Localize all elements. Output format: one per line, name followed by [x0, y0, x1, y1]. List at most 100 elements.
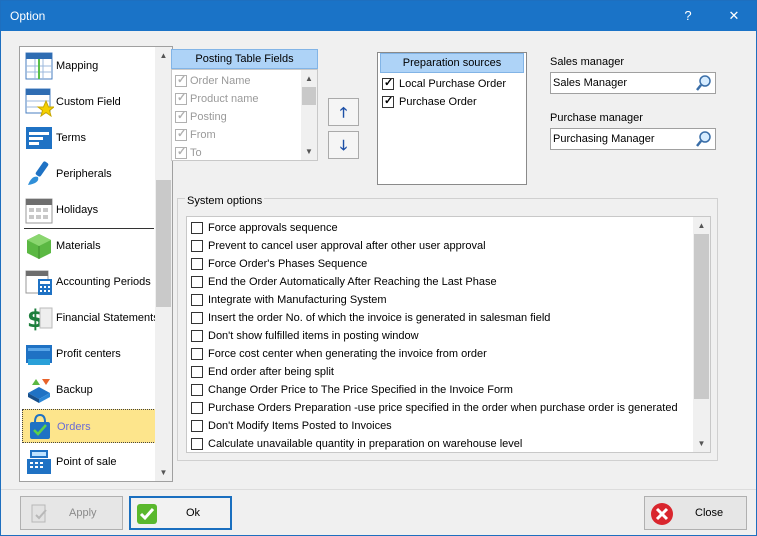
posting-fields-scrollbar[interactable]: ▲ ▼ — [301, 70, 317, 160]
move-down-button[interactable]: 🡓 — [328, 131, 359, 159]
checkbox[interactable] — [382, 94, 394, 108]
scroll-thumb[interactable] — [694, 234, 709, 399]
system-options-list[interactable]: Force approvals sequence Prevent to canc… — [186, 216, 711, 453]
scroll-up-arrow-icon[interactable]: ▲ — [693, 217, 710, 234]
checkbox[interactable] — [175, 91, 187, 105]
sidebar-item-backup[interactable]: Backup — [22, 373, 156, 407]
list-item-label: Purchase Order — [399, 96, 477, 108]
scroll-thumb[interactable] — [156, 180, 171, 307]
list-item[interactable]: Posting — [174, 109, 302, 127]
ok-button[interactable]: Ok — [129, 496, 232, 530]
list-item[interactable]: From — [174, 127, 302, 145]
sidebar-item-label: Materials — [56, 240, 101, 252]
list-item[interactable]: End order after being split — [189, 363, 693, 381]
checkbox[interactable] — [382, 76, 394, 90]
list-item[interactable]: Change Order Price to The Price Specifie… — [189, 381, 693, 399]
list-item[interactable]: Purchase Orders Preparation -use price s… — [189, 399, 693, 417]
apply-button[interactable]: Apply — [20, 496, 123, 530]
help-button[interactable]: ? — [665, 1, 711, 31]
list-item[interactable]: Integrate with Manufacturing System — [189, 291, 693, 309]
checkbox[interactable] — [191, 240, 203, 252]
search-icon[interactable] — [694, 130, 714, 148]
sidebar-item-label: Peripherals — [56, 168, 112, 180]
checkbox[interactable] — [191, 294, 203, 306]
list-item[interactable]: Purchase Order — [380, 93, 524, 111]
list-item-label: Calculate unavailable quantity in prepar… — [208, 438, 523, 450]
arrow-down-icon: 🡓 — [339, 137, 348, 153]
close-button[interactable]: Close — [644, 496, 747, 530]
sidebar-item-holidays[interactable]: Holidays — [22, 193, 156, 227]
sidebar-item-orders[interactable]: Orders — [22, 409, 156, 443]
list-item[interactable]: To — [174, 145, 302, 160]
checkbox[interactable] — [191, 222, 203, 234]
list-item[interactable]: Prevent to cancel user approval after ot… — [189, 237, 693, 255]
sidebar-item-mapping[interactable]: Mapping — [22, 49, 156, 83]
scroll-down-arrow-icon[interactable]: ▼ — [155, 464, 172, 481]
sidebar-item-label: Financial Statements — [56, 312, 159, 324]
checkbox[interactable] — [191, 366, 203, 378]
purchase-manager-field[interactable] — [550, 128, 716, 150]
sidebar-item-profit-centers[interactable]: Profit centers — [22, 337, 156, 371]
checkbox[interactable] — [191, 384, 203, 396]
list-item[interactable]: Order Name — [174, 73, 302, 91]
options-category-list[interactable]: Mapping Custom Field Terms Peripherals H… — [19, 46, 173, 482]
posting-fields-header: Posting Table Fields — [171, 49, 318, 69]
list-item[interactable]: Calculate unavailable quantity in prepar… — [189, 435, 693, 452]
list-item[interactable]: Force Order's Phases Sequence — [189, 255, 693, 273]
close-button-label: Close — [695, 507, 724, 519]
list-item-label: Posting — [190, 111, 227, 123]
list-item[interactable]: Local Purchase Order — [380, 75, 524, 93]
sidebar-item-label: Mapping — [56, 60, 99, 72]
checkbox[interactable] — [191, 438, 203, 450]
list-item[interactable]: Don't show fulfilled items in posting wi… — [189, 327, 693, 345]
scroll-thumb[interactable] — [302, 87, 316, 105]
scroll-down-arrow-icon[interactable]: ▼ — [693, 435, 710, 452]
sales-manager-field[interactable] — [550, 72, 716, 94]
checkbox[interactable] — [175, 73, 187, 87]
checkbox[interactable] — [191, 420, 203, 432]
system-options-scrollbar[interactable]: ▲ ▼ — [693, 217, 710, 452]
scroll-up-arrow-icon[interactable]: ▲ — [301, 70, 317, 87]
checkbox[interactable] — [175, 145, 187, 159]
dollar-icon: $ — [27, 305, 53, 333]
list-item[interactable]: Insert the order No. of which the invoic… — [189, 309, 693, 327]
sales-manager-input[interactable] — [553, 75, 691, 91]
checkbox[interactable] — [191, 402, 203, 414]
checkbox[interactable] — [191, 330, 203, 342]
sidebar-item-materials[interactable]: Materials — [22, 229, 156, 263]
list-item[interactable]: Force approvals sequence — [189, 219, 693, 237]
posting-fields-list[interactable]: Order Name Product name Posting From To … — [171, 69, 318, 161]
cash-register-icon — [27, 450, 51, 474]
sidebar-item-peripherals[interactable]: Peripherals — [22, 157, 156, 191]
window-title: Option — [10, 9, 46, 23]
list-item-label: Order Name — [190, 75, 251, 87]
scroll-down-arrow-icon[interactable]: ▼ — [301, 143, 317, 160]
system-options-title: System options — [185, 195, 265, 207]
sidebar-item-custom-field[interactable]: Custom Field — [22, 85, 156, 119]
checkbox[interactable] — [175, 109, 187, 123]
scroll-up-arrow-icon[interactable]: ▲ — [155, 47, 172, 64]
nav-scrollbar[interactable]: ▲ ▼ — [155, 47, 172, 481]
move-up-button[interactable]: 🡑 — [328, 98, 359, 126]
arrow-up-icon: 🡑 — [339, 104, 348, 120]
list-item[interactable]: Don't Modify Items Posted to Invoices — [189, 417, 693, 435]
checkbox[interactable] — [191, 348, 203, 360]
mapping-icon — [25, 52, 53, 80]
purchase-manager-label: Purchase manager — [550, 112, 643, 124]
checkbox[interactable] — [191, 258, 203, 270]
close-window-button[interactable]: ✕ — [711, 1, 757, 31]
sidebar-item-point-of-sale[interactable]: Point of sale — [22, 445, 156, 479]
list-item[interactable]: Force cost center when generating the in… — [189, 345, 693, 363]
sidebar-item-terms[interactable]: Terms — [22, 121, 156, 155]
list-item-label: Product name — [190, 93, 259, 105]
list-item[interactable]: Product name — [174, 91, 302, 109]
checkbox[interactable] — [175, 127, 187, 141]
purchase-manager-input[interactable] — [553, 131, 691, 147]
sidebar-item-accounting-periods[interactable]: Accounting Periods — [22, 265, 156, 299]
sidebar-item-financial-statements[interactable]: $ Financial Statements — [22, 301, 159, 335]
checkbox[interactable] — [191, 276, 203, 288]
sidebar-item-label: Orders — [57, 421, 91, 433]
checkbox[interactable] — [191, 312, 203, 324]
search-icon[interactable] — [694, 74, 714, 92]
list-item[interactable]: End the Order Automatically After Reachi… — [189, 273, 693, 291]
